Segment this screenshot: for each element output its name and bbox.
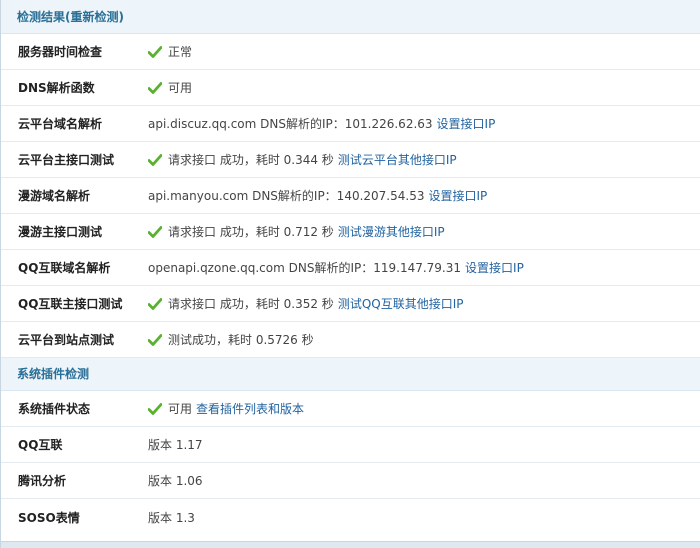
row-value: 版本 1.06 — [148, 472, 203, 489]
row-value-text: 测试成功，耗时 0.5726 秒 — [168, 333, 314, 347]
row-server-time: 服务器时间检查 正常 — [1, 34, 700, 70]
row-label: 云平台域名解析 — [18, 117, 103, 131]
row-cloud-main-api-test: 云平台主接口测试 请求接口 成功，耗时 0.344 秒 测试云平台其他接口IP — [1, 142, 700, 178]
row-label: SOSO表情 — [18, 510, 80, 525]
set-interface-ip-link[interactable]: 设置接口IP — [465, 259, 524, 276]
row-manyou-main-api-test: 漫游主接口测试 请求接口 成功，耗时 0.712 秒 测试漫游其他接口IP — [1, 214, 700, 250]
row-value-text: 版本 1.06 — [148, 474, 203, 488]
row-value-text: 版本 1.17 — [148, 438, 203, 452]
row-value: 正常 — [148, 43, 192, 60]
check-icon — [148, 45, 162, 58]
row-label: 云平台到站点测试 — [18, 333, 115, 347]
row-value-text: 版本 1.3 — [148, 510, 195, 525]
row-value: api.discuz.qq.com DNS解析的IP：101.226.62.63… — [148, 115, 495, 132]
row-system-plugin-status: 系统插件状态 可用 查看插件列表和版本 — [1, 391, 700, 427]
row-label: 腾讯分析 — [18, 474, 67, 488]
row-qq-connect-domain-resolve: QQ互联域名解析 openapi.qzone.qq.com DNS解析的IP：1… — [1, 250, 700, 286]
row-plugin-tencent-analytics: 腾讯分析 版本 1.06 — [1, 463, 700, 499]
row-value-text: openapi.qzone.qq.com DNS解析的IP：119.147.79… — [148, 261, 462, 275]
test-manyou-other-ip-link[interactable]: 测试漫游其他接口IP — [338, 223, 445, 240]
row-qq-connect-main-api-test: QQ互联主接口测试 请求接口 成功，耗时 0.352 秒 测试QQ互联其他接口I… — [1, 286, 700, 322]
set-interface-ip-link[interactable]: 设置接口IP — [428, 187, 487, 204]
check-icon — [148, 333, 162, 346]
row-value: 请求接口 成功，耗时 0.352 秒 测试QQ互联其他接口IP — [148, 295, 463, 312]
row-label: DNS解析函数 — [18, 81, 95, 95]
row-value-text: 请求接口 成功，耗时 0.344 秒 — [168, 153, 334, 167]
row-plugin-soso-emoji: SOSO表情 版本 1.3 — [1, 499, 700, 535]
section-header-system-plugins: 系统插件检测 — [1, 358, 700, 391]
row-value: api.manyou.com DNS解析的IP：140.207.54.53 设置… — [148, 187, 487, 204]
check-icon — [148, 225, 162, 238]
row-value-text: 正常 — [168, 45, 193, 59]
row-manyou-domain-resolve: 漫游域名解析 api.manyou.com DNS解析的IP：140.207.5… — [1, 178, 700, 214]
row-value-text: 请求接口 成功，耗时 0.712 秒 — [168, 225, 334, 239]
row-label: QQ互联主接口测试 — [18, 297, 123, 311]
row-value: 请求接口 成功，耗时 0.344 秒 测试云平台其他接口IP — [148, 151, 457, 168]
test-qq-connect-other-ip-link[interactable]: 测试QQ互联其他接口IP — [338, 295, 464, 312]
row-value: 版本 1.17 — [148, 436, 203, 453]
row-label: 漫游主接口测试 — [18, 225, 103, 239]
row-label: QQ互联 — [18, 438, 63, 452]
row-value: 测试成功，耗时 0.5726 秒 — [148, 331, 314, 348]
row-value: 可用 — [148, 79, 192, 96]
row-label: 服务器时间检查 — [18, 45, 103, 59]
test-cloud-other-ip-link[interactable]: 测试云平台其他接口IP — [338, 151, 457, 168]
row-value-text: api.manyou.com DNS解析的IP：140.207.54.53 — [148, 189, 425, 203]
row-value: openapi.qzone.qq.com DNS解析的IP：119.147.79… — [148, 259, 524, 276]
row-value: 可用 查看插件列表和版本 — [148, 400, 304, 417]
row-cloud-to-site-test: 云平台到站点测试 测试成功，耗时 0.5726 秒 — [1, 322, 700, 358]
view-plugin-list-link[interactable]: 查看插件列表和版本 — [196, 400, 304, 417]
row-value-text: 可用 — [168, 402, 193, 416]
row-label: QQ互联域名解析 — [18, 261, 111, 275]
section-header-check-results[interactable]: 检测结果(重新检测) — [1, 0, 700, 34]
check-icon — [148, 297, 162, 310]
row-label: 云平台主接口测试 — [18, 153, 115, 167]
row-value-text: api.discuz.qq.com DNS解析的IP：101.226.62.63 — [148, 117, 433, 131]
row-dns-function: DNS解析函数 可用 — [1, 70, 700, 106]
bottom-border-bar — [1, 541, 700, 548]
row-value-text: 可用 — [168, 81, 193, 95]
check-icon — [148, 153, 162, 166]
row-value: 版本 1.3 — [148, 509, 195, 526]
row-label: 系统插件状态 — [18, 402, 91, 416]
row-plugin-qq-connect: QQ互联 版本 1.17 — [1, 427, 700, 463]
row-label: 漫游域名解析 — [18, 189, 91, 203]
row-value-text: 请求接口 成功，耗时 0.352 秒 — [168, 297, 334, 311]
check-icon — [148, 402, 162, 415]
row-cloud-domain-resolve: 云平台域名解析 api.discuz.qq.com DNS解析的IP：101.2… — [1, 106, 700, 142]
set-interface-ip-link[interactable]: 设置接口IP — [437, 115, 496, 132]
row-value: 请求接口 成功，耗时 0.712 秒 测试漫游其他接口IP — [148, 223, 445, 240]
check-icon — [148, 81, 162, 94]
cloud-check-panel: 检测结果(重新检测) 服务器时间检查 正常 DNS解析函数 可用 云平台域名解析… — [0, 0, 700, 548]
